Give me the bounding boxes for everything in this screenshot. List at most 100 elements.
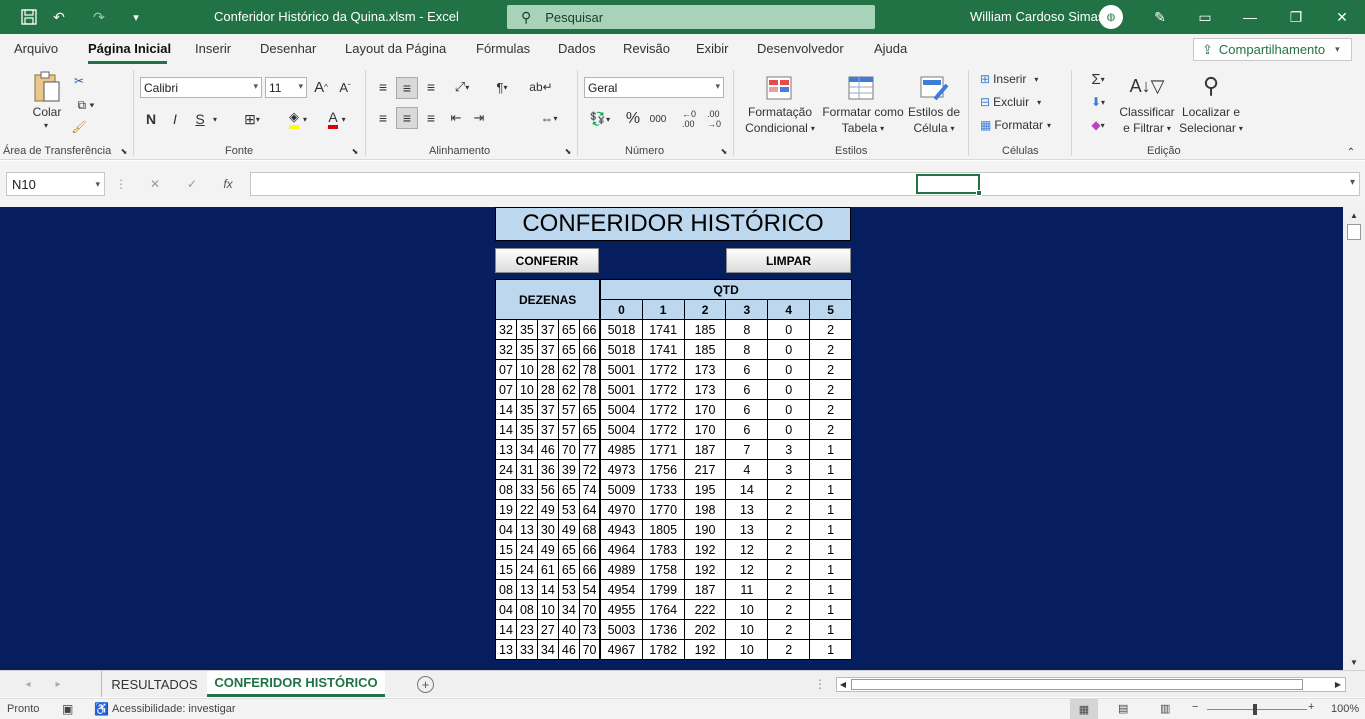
dezena-cell[interactable]: 31 — [515, 459, 538, 480]
qtd-cell[interactable]: 11 — [725, 579, 769, 600]
dezena-cell[interactable]: 53 — [557, 579, 580, 600]
conditional-format-button[interactable]: Condicional ▾ — [738, 121, 822, 135]
dezena-cell[interactable]: 78 — [578, 359, 602, 380]
dezena-cell[interactable]: 70 — [578, 639, 602, 660]
tab-revisao[interactable]: Revisão — [623, 41, 670, 56]
format-as-table-button[interactable]: Tabela ▾ — [820, 121, 906, 135]
sort-filter-icon[interactable]: A↓▽ — [1130, 70, 1165, 102]
share-button[interactable]: ⇪ Compartilhamento ▾ — [1193, 38, 1352, 61]
align-top-icon[interactable]: ≡ — [374, 77, 392, 97]
qtd-cell[interactable]: 192 — [683, 539, 727, 560]
dezena-cell[interactable]: 62 — [557, 359, 580, 380]
qtd-cell[interactable]: 2 — [809, 399, 852, 420]
delete-cells-button[interactable]: ⊟ Excluir ▾ — [980, 93, 1050, 111]
font-name-select[interactable]: Calibri ▾ — [140, 77, 262, 98]
tab-layout-pagina[interactable]: Layout da Página — [345, 41, 446, 56]
paste-dropdown-icon[interactable]: ▾ — [38, 120, 54, 130]
conditional-format-icon[interactable] — [764, 72, 796, 104]
qtd-cell[interactable]: 187 — [683, 439, 727, 460]
dezena-cell[interactable]: 35 — [515, 339, 538, 360]
page-layout-icon[interactable]: ▤ — [1118, 702, 1128, 715]
dezena-cell[interactable]: 13 — [515, 519, 538, 540]
tab-exibir[interactable]: Exibir — [696, 41, 729, 56]
dezena-cell[interactable]: 34 — [515, 439, 538, 460]
user-name[interactable]: William Cardoso Simas — [970, 9, 1104, 24]
dezena-cell[interactable]: 65 — [557, 479, 580, 500]
insert-function-icon[interactable]: fx — [219, 175, 237, 193]
tab-scroll-left-icon[interactable]: ◂ — [22, 677, 34, 691]
qtd-cell[interactable]: 1736 — [641, 619, 685, 640]
qtd-cell[interactable]: 1771 — [641, 439, 685, 460]
dezena-cell[interactable]: 27 — [536, 619, 559, 640]
dezena-cell[interactable]: 61 — [536, 559, 559, 580]
dezena-cell[interactable]: 49 — [536, 539, 559, 560]
qtd-cell[interactable]: 0 — [767, 379, 811, 400]
dezena-cell[interactable]: 04 — [495, 519, 517, 540]
qtd-cell[interactable]: 1 — [809, 439, 852, 460]
dezena-cell[interactable]: 14 — [495, 419, 517, 440]
qtd-cell[interactable]: 7 — [725, 439, 769, 460]
qtd-cell[interactable]: 2 — [767, 639, 811, 660]
paragraph-icon[interactable]: ¶ ▾ — [487, 77, 517, 97]
dialog-launcher-icon[interactable]: ⬊ — [350, 146, 360, 156]
qtd-cell[interactable]: 4943 — [599, 519, 643, 540]
collapse-ribbon-icon[interactable]: ⌃ — [1344, 146, 1358, 158]
qtd-cell[interactable]: 170 — [683, 419, 727, 440]
dezena-cell[interactable]: 57 — [557, 399, 580, 420]
font-color-icon[interactable]: A ▾ — [320, 109, 354, 129]
dezena-cell[interactable]: 70 — [578, 599, 602, 620]
dezena-cell[interactable]: 53 — [557, 499, 580, 520]
qtd-cell[interactable]: 1756 — [641, 459, 685, 480]
currency-icon[interactable]: 💱 ▾ — [584, 109, 616, 129]
qtd-cell[interactable]: 0 — [767, 419, 811, 440]
cell-styles-label-1[interactable]: Estilos de — [906, 105, 962, 119]
qtd-cell[interactable]: 170 — [683, 399, 727, 420]
worksheet[interactable]: CONFERIDOR HISTÓRICO CONFERIR LIMPAR DEZ… — [0, 207, 1343, 670]
dezena-cell[interactable]: 24 — [495, 459, 517, 480]
paste-label[interactable]: Colar — [26, 104, 68, 120]
qtd-cell[interactable]: 4970 — [599, 499, 643, 520]
dezena-cell[interactable]: 08 — [495, 479, 517, 500]
dezena-cell[interactable]: 34 — [557, 599, 580, 620]
qtd-cell[interactable]: 8 — [725, 339, 769, 360]
qtd-cell[interactable]: 2 — [767, 559, 811, 580]
zoom-in-icon[interactable]: + — [1308, 701, 1314, 713]
ribbon-display-icon[interactable]: ▭ — [1195, 0, 1215, 34]
qtd-cell[interactable]: 1 — [809, 519, 852, 540]
qtd-cell[interactable]: 2 — [767, 499, 811, 520]
qtd-cell[interactable]: 217 — [683, 459, 727, 480]
dezena-cell[interactable]: 35 — [515, 319, 538, 340]
qtd-cell[interactable]: 6 — [725, 399, 769, 420]
tab-inserir[interactable]: Inserir — [195, 41, 231, 56]
qtd-cell[interactable]: 4989 — [599, 559, 643, 580]
formula-input[interactable]: ▾ — [250, 172, 1360, 196]
minimize-icon[interactable]: — — [1240, 0, 1260, 34]
dezena-cell[interactable]: 10 — [515, 359, 538, 380]
qtd-cell[interactable]: 1782 — [641, 639, 685, 660]
qtd-cell[interactable]: 1783 — [641, 539, 685, 560]
align-center-icon[interactable]: ≡ — [396, 107, 418, 129]
dezena-cell[interactable]: 65 — [557, 319, 580, 340]
paste-icon[interactable] — [30, 70, 64, 104]
sheet-tab-resultados[interactable]: RESULTADOS — [101, 671, 207, 697]
qtd-cell[interactable]: 1772 — [641, 359, 685, 380]
dezena-cell[interactable]: 30 — [536, 519, 559, 540]
copy-icon[interactable]: ⧉ ▾ — [70, 96, 102, 114]
sort-filter-button[interactable]: e Filtrar ▾ — [1118, 121, 1176, 135]
dezena-cell[interactable]: 37 — [536, 419, 559, 440]
dezena-cell[interactable]: 15 — [495, 559, 517, 580]
accessibility-icon[interactable]: ♿ — [94, 702, 109, 716]
qtd-cell[interactable]: 6 — [725, 359, 769, 380]
dezena-cell[interactable]: 33 — [515, 639, 538, 660]
format-as-table-icon[interactable] — [846, 72, 878, 104]
vertical-scrollbar[interactable]: ▲ ▼ — [1343, 207, 1365, 670]
qtd-cell[interactable]: 2 — [767, 539, 811, 560]
dezena-cell[interactable]: 65 — [557, 559, 580, 580]
align-right-icon[interactable]: ≡ — [422, 108, 440, 128]
dezena-cell[interactable]: 65 — [578, 419, 602, 440]
find-select-button[interactable]: Selecionar ▾ — [1176, 121, 1246, 135]
save-icon[interactable] — [18, 0, 40, 34]
dezena-cell[interactable]: 08 — [495, 579, 517, 600]
qtd-cell[interactable]: 2 — [809, 359, 852, 380]
qtd-cell[interactable]: 1772 — [641, 399, 685, 420]
